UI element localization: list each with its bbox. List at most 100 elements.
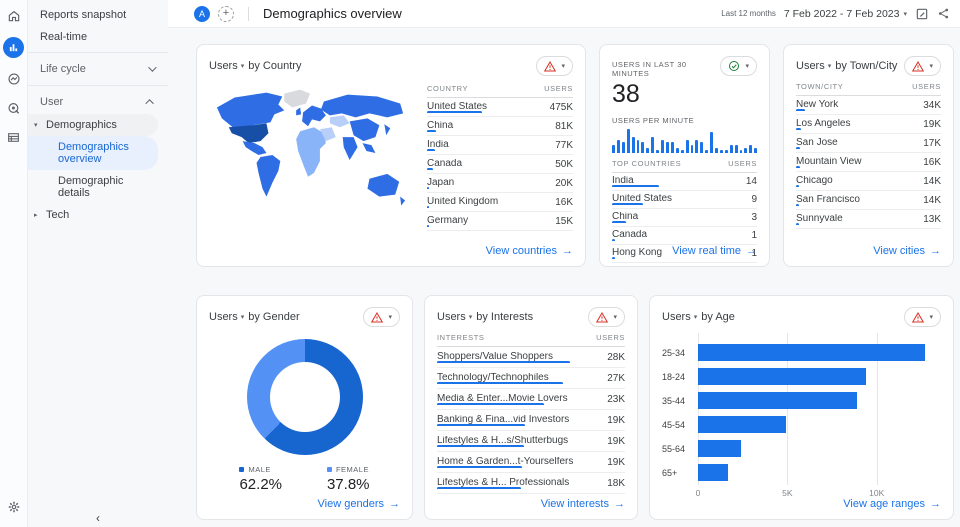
map-region-canada[interactable] xyxy=(216,92,285,131)
chevron-down-icon: ▾ xyxy=(827,63,832,70)
edit-report-icon[interactable] xyxy=(915,7,929,21)
country-table: COUNTRY USERS United States 475K China 81K In… xyxy=(427,78,573,231)
data-quality-chip[interactable]: ▾ xyxy=(588,307,625,327)
share-icon[interactable] xyxy=(937,7,950,20)
avatar[interactable]: A xyxy=(194,5,210,22)
map-region-india[interactable] xyxy=(342,136,358,160)
row-bar xyxy=(796,146,801,149)
row-value: 81K xyxy=(555,120,573,132)
sparkline-bar xyxy=(705,150,709,153)
metric-selector[interactable]: Users ▾ xyxy=(662,311,697,323)
card-realtime: USERS IN LAST 30 MINUTES ▾ 38 USERS PER … xyxy=(599,44,770,267)
add-comparison-button[interactable]: + xyxy=(218,5,234,22)
table-row: San Jose 17K xyxy=(796,134,941,153)
metric-label: Users xyxy=(209,311,238,323)
tick-label: 10K xyxy=(869,488,885,498)
realtime-label: USERS IN LAST 30 MINUTES xyxy=(612,60,687,78)
tick-label: 5K xyxy=(782,488,793,498)
map-region-japan[interactable] xyxy=(384,123,391,135)
reports-icon[interactable] xyxy=(3,37,24,58)
sparkline-bar xyxy=(724,150,728,153)
view-interests-link[interactable]: View interests → xyxy=(541,498,625,510)
explore-icon[interactable] xyxy=(6,71,22,87)
male-legend-dot xyxy=(239,467,245,472)
view-countries-link[interactable]: View countries → xyxy=(486,245,573,257)
bar-25-34[interactable] xyxy=(698,344,925,361)
map-region-south-america[interactable] xyxy=(256,154,281,197)
sparkline-bar xyxy=(626,129,630,153)
column-header: TOP COUNTRIES xyxy=(612,159,682,168)
table-row: San Francisco 14K xyxy=(796,191,941,210)
bar-45-54[interactable] xyxy=(698,416,786,433)
nav-label: Demographics xyxy=(46,119,117,131)
map-region-new-zealand[interactable] xyxy=(400,196,406,206)
metric-selector[interactable]: Users ▾ xyxy=(209,311,244,323)
nav-section-user[interactable]: User xyxy=(28,90,168,114)
row-value: 16K xyxy=(555,196,573,208)
map-region-mexico[interactable] xyxy=(242,140,267,155)
row-label: San Jose xyxy=(796,137,838,148)
gear-icon[interactable] xyxy=(6,499,22,515)
data-quality-chip[interactable]: ▾ xyxy=(904,56,941,76)
row-label: Japan xyxy=(427,177,455,188)
app-root: Reports snapshot Real-time Life cycle Us… xyxy=(0,0,960,527)
map-region-australia[interactable] xyxy=(367,173,400,197)
map-region-central-asia[interactable] xyxy=(329,114,350,127)
home-icon[interactable] xyxy=(6,8,22,24)
nav-real-time[interactable]: Real-time xyxy=(28,26,168,48)
row-label: Los Angeles xyxy=(796,118,851,129)
advertising-icon[interactable] xyxy=(6,100,22,116)
map-region-russia[interactable] xyxy=(320,94,404,117)
bar-18-24[interactable] xyxy=(698,368,866,385)
metric-label: Users xyxy=(209,60,238,72)
arrow-right-icon: → xyxy=(562,245,573,257)
library-icon[interactable] xyxy=(6,129,22,145)
collapse-sidebar-button[interactable]: ‹ xyxy=(96,511,100,525)
nav-section-life-cycle[interactable]: Life cycle xyxy=(28,57,168,81)
users-per-minute-sparkline xyxy=(612,129,758,153)
data-quality-chip[interactable]: ▾ xyxy=(536,56,573,76)
bar-65+[interactable] xyxy=(698,464,729,481)
view-realtime-link[interactable]: View real time → xyxy=(672,245,757,257)
nav-label: Life cycle xyxy=(40,63,86,75)
bar-55-64[interactable] xyxy=(698,440,741,457)
sparkline-bar xyxy=(695,139,699,153)
row-value: 1 xyxy=(751,230,757,241)
sparkline-bar xyxy=(729,145,733,153)
column-header: USERS xyxy=(728,159,757,168)
nav-demographics[interactable]: ▾ Demographics xyxy=(28,114,158,136)
view-genders-link[interactable]: View genders → xyxy=(318,498,400,510)
nav-tech[interactable]: ▸ Tech xyxy=(28,204,158,226)
row-value: 19K xyxy=(607,414,625,426)
nav-demographic-details[interactable]: Demographic details xyxy=(28,170,158,204)
sparkline-bar xyxy=(710,131,714,153)
table-row: United States 9 xyxy=(612,191,757,209)
metric-selector[interactable]: Users ▾ xyxy=(209,60,244,72)
warning-icon xyxy=(544,60,557,71)
row-bar xyxy=(612,239,616,241)
map-region-greenland[interactable] xyxy=(284,89,311,107)
category-label: 35-44 xyxy=(662,396,686,406)
view-age-ranges-link[interactable]: View age ranges → xyxy=(843,498,941,510)
metric-selector[interactable]: Users ▾ xyxy=(437,311,472,323)
map-region-se-asia[interactable] xyxy=(362,142,376,153)
data-quality-chip[interactable]: ▾ xyxy=(363,307,400,327)
sparkline-bar xyxy=(631,137,635,153)
bar-35-44[interactable] xyxy=(698,392,858,409)
sparkline-bar xyxy=(656,150,660,153)
chevron-up-icon xyxy=(145,99,154,108)
nav-demographics-overview[interactable]: Demographics overview xyxy=(28,136,158,170)
map-region-uk[interactable] xyxy=(296,106,302,115)
row-label: Germany xyxy=(427,215,469,226)
data-quality-chip[interactable]: ▾ xyxy=(720,56,757,76)
nav-reports-snapshot[interactable]: Reports snapshot xyxy=(28,4,168,26)
map-region-africa[interactable] xyxy=(296,126,326,177)
row-label: Hong Kong xyxy=(612,248,663,258)
view-cities-link[interactable]: View cities → xyxy=(873,245,941,257)
date-range-picker[interactable]: 7 Feb 2022 - 7 Feb 2023 ▾ xyxy=(784,8,907,20)
table-row: Canada 1 xyxy=(612,227,757,245)
map-region-china[interactable] xyxy=(349,117,380,141)
chevron-down-icon: ▾ xyxy=(929,63,933,70)
data-quality-chip[interactable]: ▾ xyxy=(904,307,941,327)
metric-selector[interactable]: Users ▾ xyxy=(796,60,831,72)
